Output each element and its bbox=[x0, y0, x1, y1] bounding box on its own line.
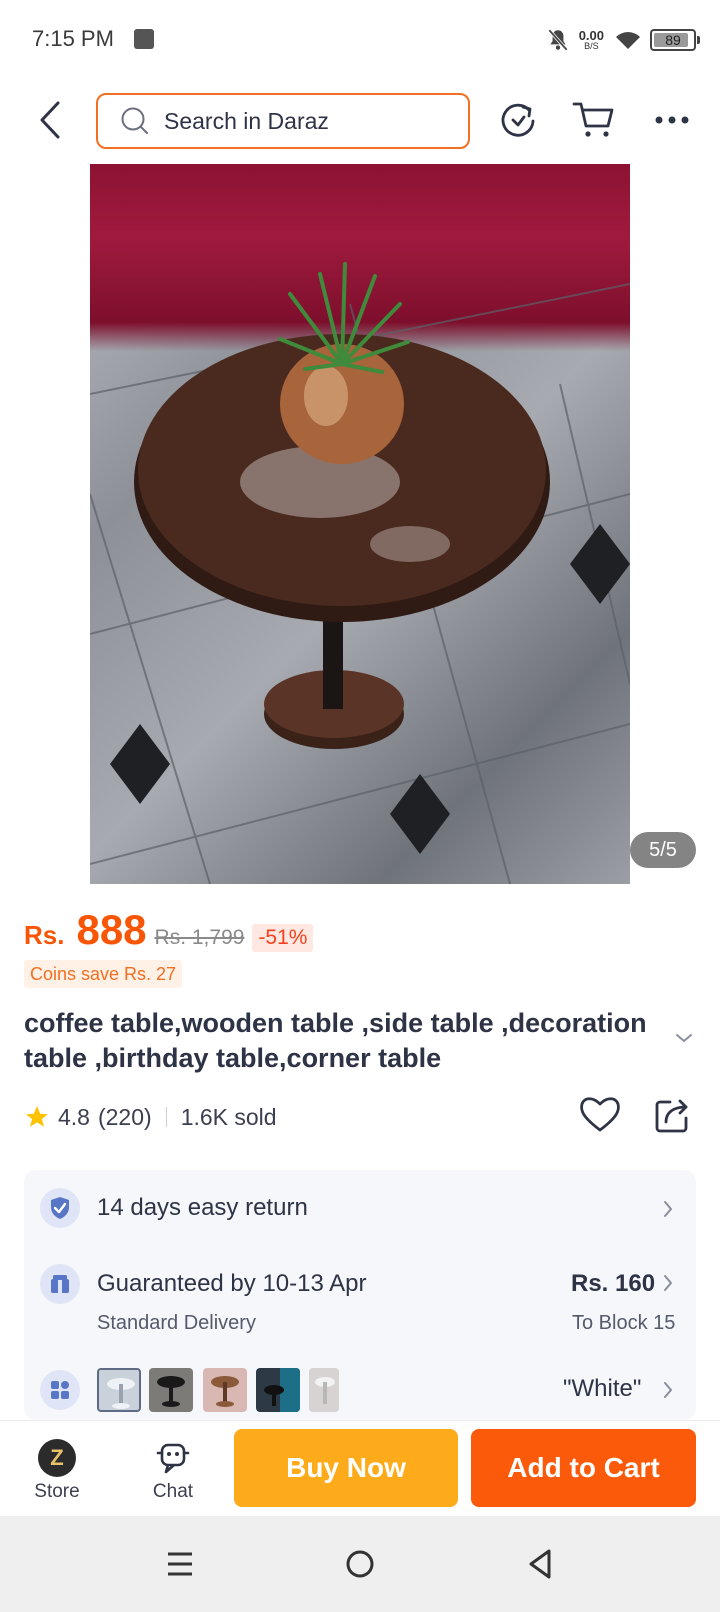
system-navigation-bar bbox=[0, 1516, 720, 1612]
search-placeholder: Search in Daraz bbox=[164, 107, 329, 134]
rating-row[interactable]: 4.8 (220) 1.6K sold bbox=[24, 1100, 277, 1134]
store-logo-icon: Z bbox=[38, 1439, 76, 1477]
chat-button[interactable]: Chat bbox=[138, 1439, 208, 1503]
notification-indicator-icon bbox=[134, 29, 154, 49]
chevron-right-icon[interactable] bbox=[662, 1273, 674, 1293]
original-price: Rs. 1,799 bbox=[154, 926, 245, 949]
back-icon bbox=[40, 101, 60, 139]
image-counter: 5/5 bbox=[630, 832, 696, 868]
recents-button[interactable] bbox=[160, 1544, 200, 1584]
chevron-right-icon[interactable] bbox=[662, 1380, 674, 1400]
header: Search in Daraz bbox=[0, 88, 720, 152]
battery-level: 89 bbox=[665, 32, 681, 48]
cart-button[interactable] bbox=[570, 96, 618, 144]
chat-icon bbox=[156, 1443, 190, 1474]
search-input[interactable]: Search in Daraz bbox=[96, 93, 470, 149]
return-policy[interactable]: 14 days easy return bbox=[97, 1194, 308, 1222]
action-bar: Z Store Chat Buy Now Add to Cart bbox=[0, 1420, 720, 1516]
variant-thumbnail[interactable] bbox=[256, 1368, 300, 1412]
battery-icon: 89 bbox=[650, 29, 700, 51]
wifi-icon bbox=[616, 32, 640, 49]
delivery-guarantee[interactable]: Guaranteed by 10-13 Apr bbox=[97, 1270, 367, 1298]
price: 888 bbox=[76, 906, 147, 953]
delivery-fee: Rs. 160 bbox=[571, 1270, 656, 1297]
back-triangle-icon bbox=[529, 1549, 551, 1579]
chevron-right-icon[interactable] bbox=[662, 1199, 674, 1219]
grid-icon bbox=[51, 1381, 69, 1399]
share-icon[interactable] bbox=[652, 1094, 694, 1136]
discount-badge: -51% bbox=[252, 924, 314, 952]
heart-icon[interactable] bbox=[578, 1094, 622, 1134]
star-icon bbox=[26, 1106, 48, 1127]
delivery-type: Standard Delivery bbox=[97, 1312, 256, 1334]
notification-muted-icon bbox=[547, 29, 568, 51]
status-time: 7:15 PM bbox=[32, 26, 114, 51]
variant-selected[interactable]: "White" bbox=[563, 1375, 641, 1403]
delivery-location: To Block 15 bbox=[572, 1312, 676, 1334]
status-icons: 0.00 B/S 89 bbox=[545, 24, 700, 56]
back-nav-button[interactable] bbox=[520, 1544, 560, 1584]
home-button[interactable] bbox=[340, 1544, 380, 1584]
cart-icon bbox=[572, 102, 614, 137]
back-button[interactable] bbox=[30, 96, 70, 144]
coins-badge: Coins save Rs. 27 bbox=[24, 960, 183, 988]
variant-thumbnail[interactable] bbox=[309, 1368, 339, 1412]
shield-check-icon bbox=[51, 1197, 69, 1219]
menu-icon bbox=[168, 1552, 192, 1576]
variant-thumbnail[interactable] bbox=[203, 1368, 247, 1412]
chat-label: Chat bbox=[152, 1481, 194, 1502]
price-currency: Rs. bbox=[24, 920, 65, 950]
more-icon bbox=[655, 116, 689, 124]
variant-row-icon bbox=[40, 1370, 80, 1410]
store-label: Store bbox=[34, 1481, 80, 1502]
delivery-row-icon bbox=[40, 1264, 80, 1304]
delivery-box-icon bbox=[51, 1275, 69, 1293]
store-button[interactable]: Z Store bbox=[22, 1439, 92, 1503]
rating-value: 4.8 bbox=[58, 1103, 90, 1130]
rating-count: (220) bbox=[97, 1103, 152, 1130]
network-speed-unit: B/S bbox=[584, 41, 599, 51]
divider bbox=[165, 1107, 167, 1127]
variant-thumbnail[interactable] bbox=[149, 1368, 193, 1412]
more-button[interactable] bbox=[648, 96, 696, 144]
product-title[interactable]: coffee table,wooden table ,side table ,d… bbox=[24, 1006, 664, 1076]
status-bar: 7:15 PM 0.00 B/S 89 bbox=[0, 0, 720, 80]
price-row: Rs. 888 Rs. 1,799 -51% bbox=[24, 906, 314, 954]
chevron-down-icon[interactable] bbox=[674, 1032, 694, 1044]
buy-now-button[interactable]: Buy Now bbox=[234, 1429, 458, 1507]
add-to-cart-button[interactable]: Add to Cart bbox=[471, 1429, 696, 1507]
search-icon bbox=[121, 107, 148, 134]
product-photo bbox=[90, 262, 630, 884]
refresh-button[interactable] bbox=[494, 96, 542, 144]
sold-count: 1.6K sold bbox=[180, 1103, 277, 1130]
return-row-icon bbox=[40, 1188, 80, 1228]
refresh-icon bbox=[501, 103, 535, 137]
variant-thumbnail[interactable] bbox=[97, 1368, 141, 1412]
home-circle-icon bbox=[346, 1550, 374, 1578]
product-image[interactable] bbox=[90, 164, 630, 884]
network-speed: 0.00 B/S bbox=[579, 29, 604, 51]
